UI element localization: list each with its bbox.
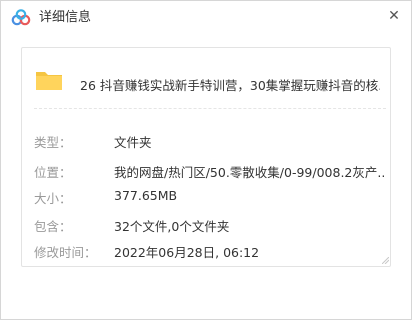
detail-row-modified: 修改时间： 2022年06月28日, 06:12 (34, 242, 386, 260)
detail-value: 32个文件,0个文件夹 (114, 219, 230, 234)
dialog-title: 详细信息 (39, 10, 92, 25)
detail-label: 类型： (34, 135, 72, 150)
detail-row-type: 类型： 文件夹 (34, 132, 386, 150)
title-bar[interactable]: 详细信息 ✕ (1, 1, 411, 35)
detail-card: 26 抖音赚钱实战新手特训营，30集掌握玩赚抖音的核... 类型： 文件夹 位置… (21, 47, 391, 267)
resize-grip-icon[interactable] (382, 257, 389, 264)
divider (34, 108, 386, 110)
detail-label: 包含： (34, 219, 72, 234)
detail-label: 位置： (34, 165, 72, 180)
close-button[interactable]: ✕ (383, 5, 405, 27)
detail-value: 377.65MB (114, 188, 178, 203)
detail-value[interactable]: 我的网盘/热门区/50.零散收集/0-99/008.2灰产... (114, 162, 386, 181)
folder-icon (36, 72, 62, 90)
detail-value: 2022年06月28日, 06:12 (114, 245, 260, 260)
detail-row-location: 位置： 我的网盘/热门区/50.零散收集/0-99/008.2灰产... (34, 162, 386, 180)
file-name: 26 抖音赚钱实战新手特训营，30集掌握玩赚抖音的核... (80, 78, 380, 93)
detail-label: 修改时间： (34, 245, 97, 260)
detail-row-contains: 包含： 32个文件,0个文件夹 (34, 216, 386, 234)
detail-value: 文件夹 (114, 135, 152, 150)
cloud-drive-logo-icon (11, 9, 31, 26)
detail-dialog: 详细信息 ✕ 26 抖音赚钱实战新手特训营，30集掌握玩赚抖音的核... 类型：… (0, 0, 412, 320)
detail-label: 大小： (34, 191, 72, 206)
detail-row-size: 大小： 377.65MB (34, 188, 386, 206)
